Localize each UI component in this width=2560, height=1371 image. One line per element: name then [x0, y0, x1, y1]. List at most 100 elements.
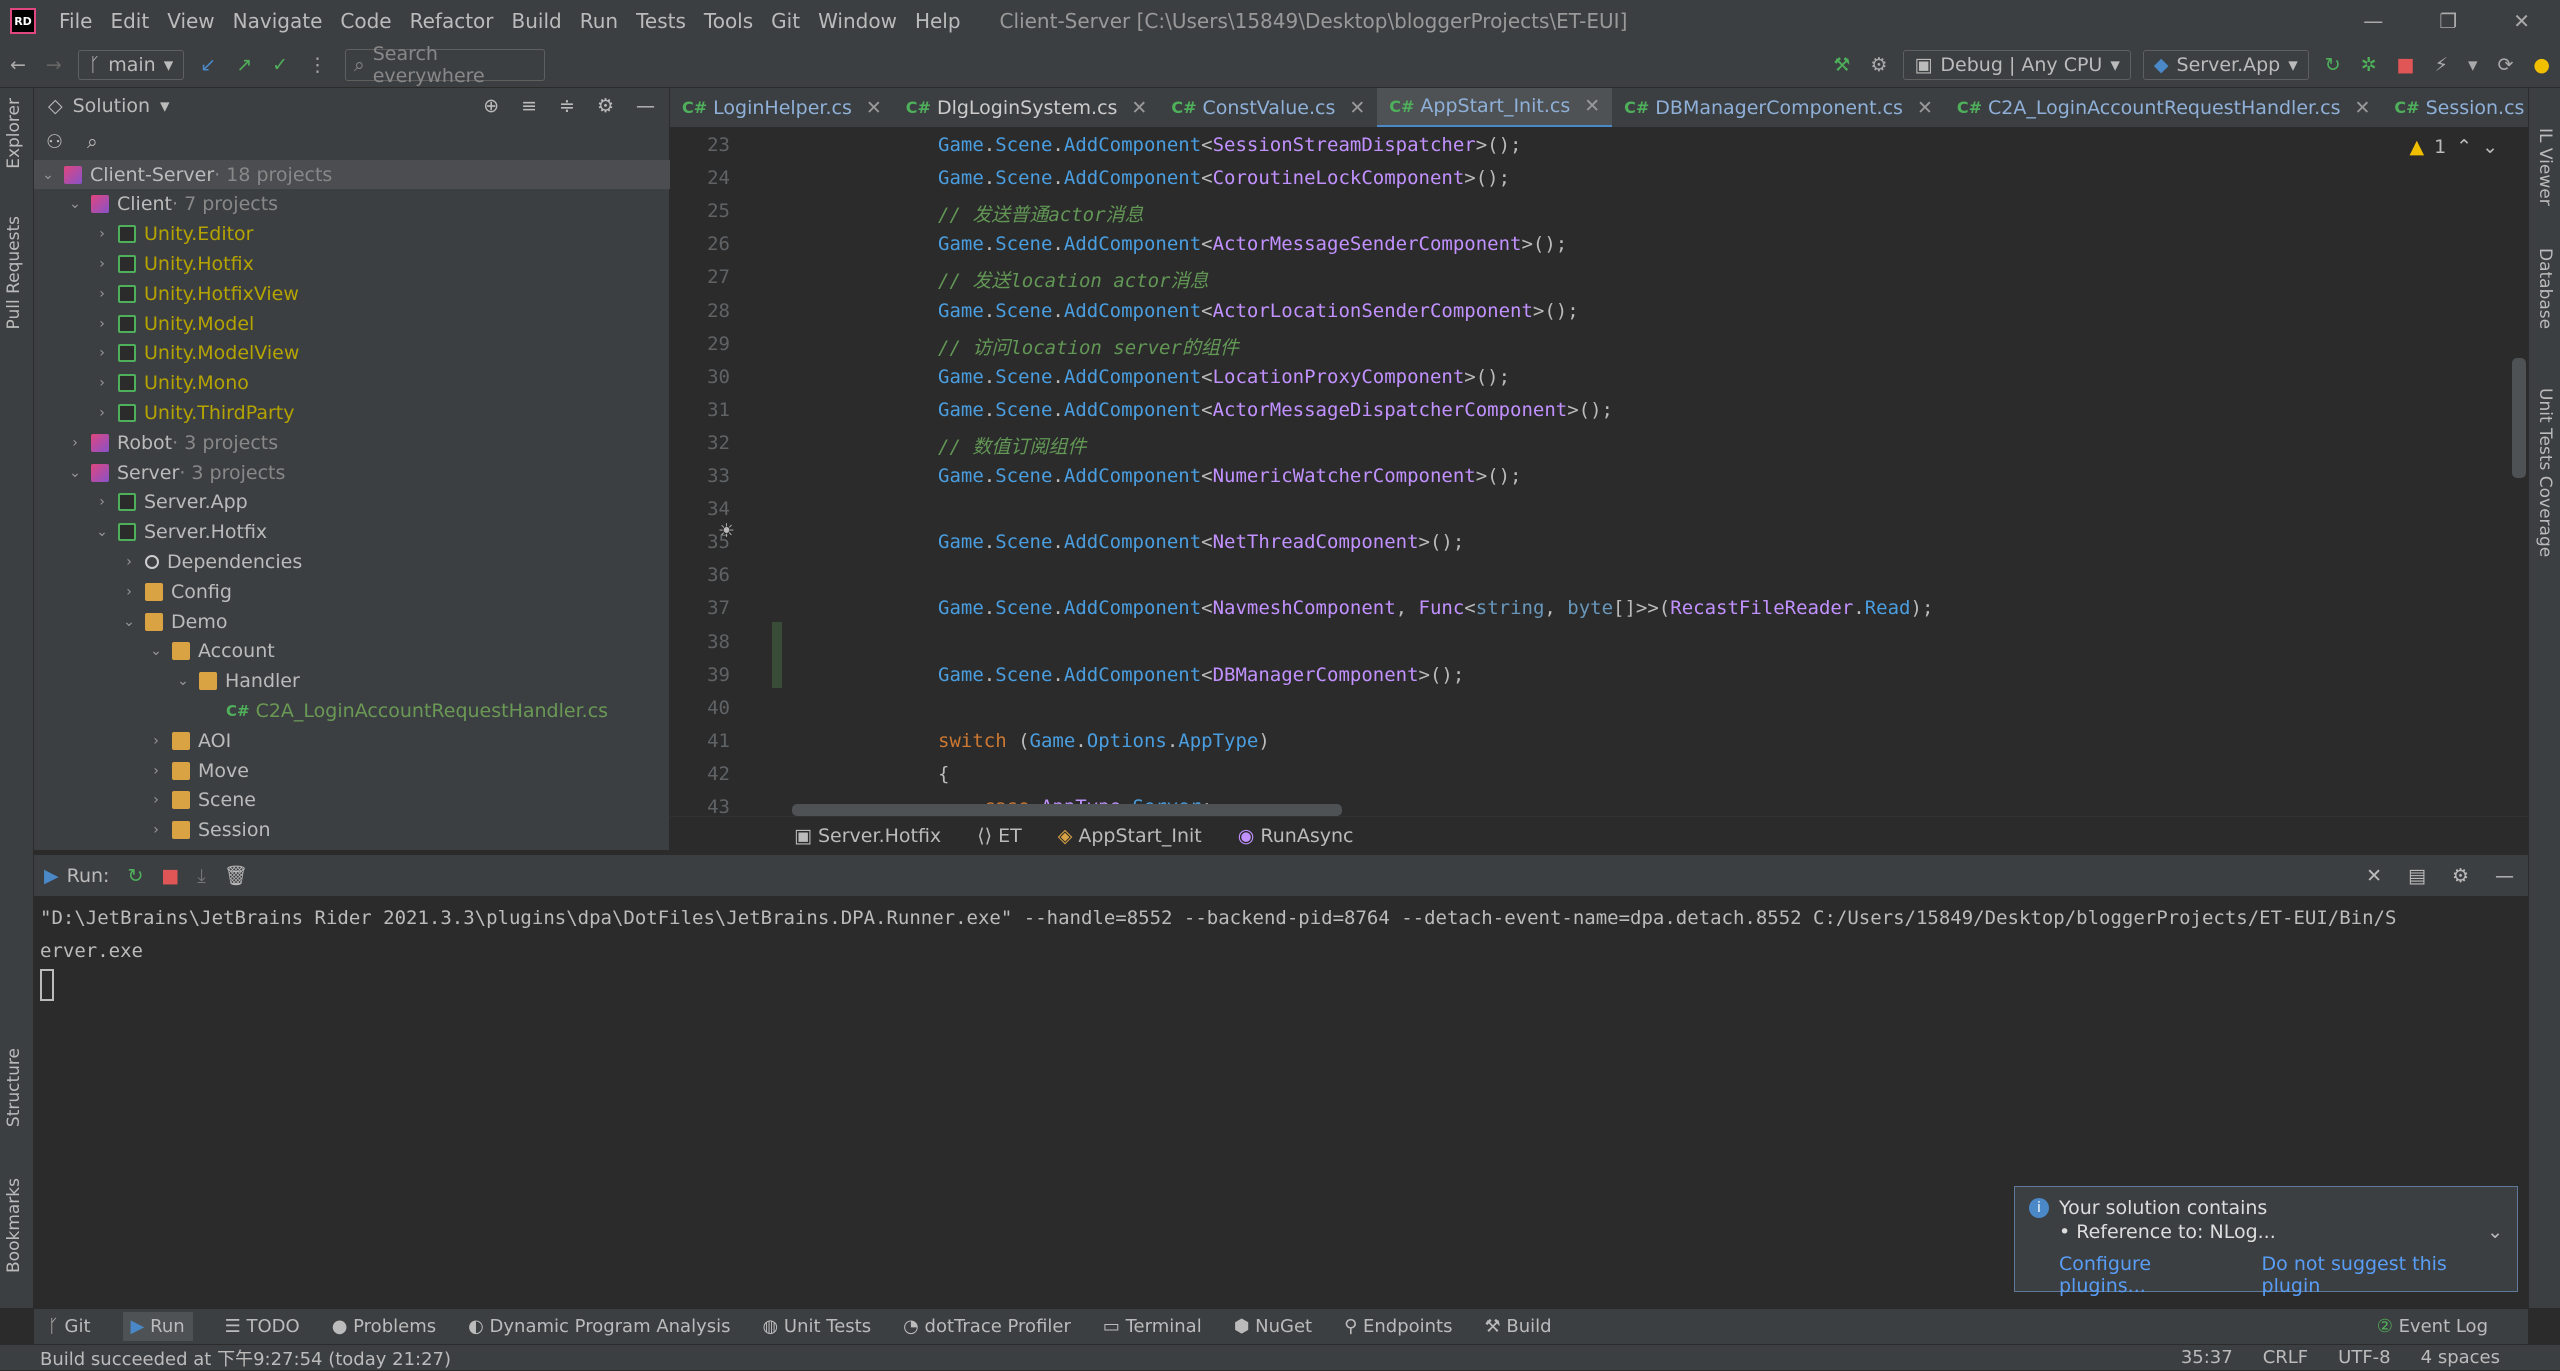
chevron-right-icon[interactable]: ›: [94, 405, 110, 421]
menu-item-git[interactable]: Git: [762, 9, 809, 33]
chevron-right-icon[interactable]: ›: [94, 226, 110, 242]
coverage-tool-tab[interactable]: Unit Tests Coverage: [2535, 388, 2555, 557]
breadcrumb-namespace[interactable]: ⟨⟩ ET: [977, 825, 1022, 847]
chevron-down-icon[interactable]: ⌄: [2482, 136, 2498, 158]
lightbulb-icon[interactable]: ☀: [718, 520, 735, 542]
chevron-right-icon[interactable]: ›: [94, 375, 110, 391]
status-message[interactable]: Build succeeded at 下午9:27:54 (today 21:2…: [40, 1345, 451, 1371]
layout-icon[interactable]: ▤: [2408, 865, 2426, 887]
attach-debugger-icon[interactable]: ⚙: [1860, 54, 1897, 76]
bottom-tab-problems[interactable]: ● Problems: [332, 1316, 436, 1337]
update-icon[interactable]: ⟳: [2487, 54, 2523, 76]
solution-options-icon[interactable]: ⚇: [46, 131, 63, 153]
editor-tab[interactable]: C# DBManagerComponent.cs ✕: [1612, 88, 1945, 127]
menu-item-tools[interactable]: Tools: [695, 9, 762, 33]
gear-icon[interactable]: ⚙: [597, 95, 614, 117]
notifications-icon[interactable]: ●: [2523, 54, 2560, 76]
caret-position[interactable]: 35:37: [2181, 1347, 2233, 1368]
tree-item[interactable]: › Session: [34, 816, 670, 845]
bottom-tab-nuget[interactable]: ⬢ NuGet: [1234, 1316, 1312, 1337]
indent-setting[interactable]: 4 spaces: [2421, 1347, 2500, 1368]
close-tab-icon[interactable]: ✕: [1584, 95, 1600, 117]
build-hammer-icon[interactable]: ⚒: [1823, 54, 1860, 76]
close-tab-icon[interactable]: ✕: [1917, 97, 1933, 119]
bottom-tab-todo[interactable]: ☰ TODO: [225, 1316, 300, 1337]
tree-item[interactable]: › Server.App: [34, 488, 670, 517]
git-push-icon[interactable]: ↗: [226, 54, 262, 76]
bottom-tab-dottrace-profiler[interactable]: ◔ dotTrace Profiler: [903, 1316, 1071, 1337]
do-not-suggest-link[interactable]: Do not suggest this plugin: [2262, 1253, 2503, 1297]
scroll-end-icon[interactable]: ⤓: [197, 865, 205, 887]
git-update-icon[interactable]: ↙: [190, 54, 226, 76]
structure-tool-tab[interactable]: Structure: [4, 1048, 24, 1127]
chevron-right-icon[interactable]: ›: [148, 792, 164, 808]
more-icon[interactable]: ⋮: [298, 54, 337, 76]
vertical-scrollbar[interactable]: [2512, 358, 2526, 478]
close-tab-icon[interactable]: ✕: [2354, 97, 2370, 119]
collapse-all-icon[interactable]: ≑: [559, 95, 575, 117]
editor-tab[interactable]: C# ConstValue.cs ✕: [1159, 88, 1377, 127]
bottom-tab-git[interactable]: ᚴ Git: [48, 1316, 91, 1337]
tree-item[interactable]: › Config: [34, 577, 670, 606]
hide-icon[interactable]: —: [2495, 865, 2514, 887]
locate-icon[interactable]: ⊕: [483, 95, 499, 117]
chevron-right-icon[interactable]: ›: [94, 316, 110, 332]
chevron-right-icon[interactable]: ›: [94, 494, 110, 510]
menu-item-navigate[interactable]: Navigate: [224, 9, 332, 33]
editor-tab[interactable]: C# C2A_LoginAccountRequestHandler.cs ✕: [1945, 88, 2383, 127]
search-everywhere[interactable]: ⌕ Search everywhere: [345, 43, 546, 87]
git-branch-button[interactable]: ᚴ main ▾: [77, 49, 185, 80]
tree-item[interactable]: › Move: [34, 756, 670, 785]
chevron-down-icon[interactable]: ▾: [2458, 54, 2488, 76]
bottom-tab-event-log[interactable]: ② Event Log: [2377, 1316, 2488, 1337]
chevron-down-icon[interactable]: ⌄: [175, 673, 191, 689]
bottom-tab-endpoints[interactable]: ⚲ Endpoints: [1344, 1316, 1452, 1337]
tree-item[interactable]: ⌄ Handler: [34, 667, 670, 696]
bookmarks-tool-tab[interactable]: Bookmarks: [4, 1178, 24, 1273]
minimize-icon[interactable]: —: [2363, 9, 2383, 33]
tree-item[interactable]: › Unity.ThirdParty: [34, 398, 670, 427]
chevron-down-icon[interactable]: ⌄: [40, 167, 56, 183]
debug-bug-icon[interactable]: ✲: [2351, 54, 2387, 76]
tree-item[interactable]: › Dependencies: [34, 547, 670, 576]
il-viewer-tool-tab[interactable]: IL Viewer: [2535, 128, 2555, 206]
menu-item-refactor[interactable]: Refactor: [401, 9, 503, 33]
chevron-right-icon[interactable]: ›: [148, 733, 164, 749]
editor-tab[interactable]: C#Session.cs✕: [2382, 88, 2528, 127]
bottom-tab-dynamic-program-analysis[interactable]: ◐ Dynamic Program Analysis: [468, 1316, 730, 1337]
tree-item[interactable]: › Unity.Hotfix: [34, 249, 670, 278]
editor-tab[interactable]: C# AppStart_Init.cs ✕: [1377, 88, 1613, 127]
chevron-right-icon[interactable]: ›: [121, 554, 137, 570]
tree-item[interactable]: C# C2A_LoginAccountRequestHandler.cs: [34, 696, 670, 725]
menu-item-build[interactable]: Build: [503, 9, 571, 33]
rerun-icon[interactable]: ↻: [127, 865, 143, 887]
breadcrumb-project[interactable]: ▣ Server.Hotfix: [794, 825, 941, 847]
tree-item[interactable]: › Unity.HotfixView: [34, 279, 670, 308]
chevron-right-icon[interactable]: ›: [67, 435, 83, 451]
menu-item-edit[interactable]: Edit: [101, 9, 158, 33]
chevron-down-icon[interactable]: ⌄: [67, 196, 83, 212]
tree-item[interactable]: › Unity.Mono: [34, 369, 670, 398]
chevron-right-icon[interactable]: ›: [121, 584, 137, 600]
tree-item[interactable]: › Scene: [34, 786, 670, 815]
rerun-icon[interactable]: ↻: [2315, 54, 2351, 76]
bottom-tab-run[interactable]: ▶ Run: [122, 1312, 193, 1341]
inspection-widget[interactable]: ▲ 1 ⌃ ⌄: [2409, 136, 2498, 158]
tree-item[interactable]: › Unity.ModelView: [34, 339, 670, 368]
breadcrumb-class[interactable]: ◈ AppStart_Init: [1058, 825, 1202, 847]
menu-item-help[interactable]: Help: [906, 9, 970, 33]
close-tab-icon[interactable]: ✕: [866, 97, 882, 119]
chevron-up-icon[interactable]: ⌃: [2456, 136, 2472, 158]
stop-icon[interactable]: ■: [161, 865, 179, 887]
chevron-right-icon[interactable]: ›: [148, 763, 164, 779]
menu-item-run[interactable]: Run: [571, 9, 627, 33]
menu-item-view[interactable]: View: [158, 9, 223, 33]
chevron-right-icon[interactable]: ›: [94, 256, 110, 272]
tree-item[interactable]: › AOI: [34, 726, 670, 755]
tree-item[interactable]: › Robot · 3 projects: [34, 428, 670, 457]
breadcrumb-method[interactable]: ◉ RunAsync: [1238, 825, 1354, 847]
pull-requests-tool-tab[interactable]: Pull Requests: [4, 216, 24, 330]
chevron-down-icon[interactable]: ⌄: [121, 614, 137, 630]
tree-item[interactable]: › Unity.Model: [34, 309, 670, 338]
tree-item[interactable]: ⌄ Client · 7 projects: [34, 190, 670, 219]
